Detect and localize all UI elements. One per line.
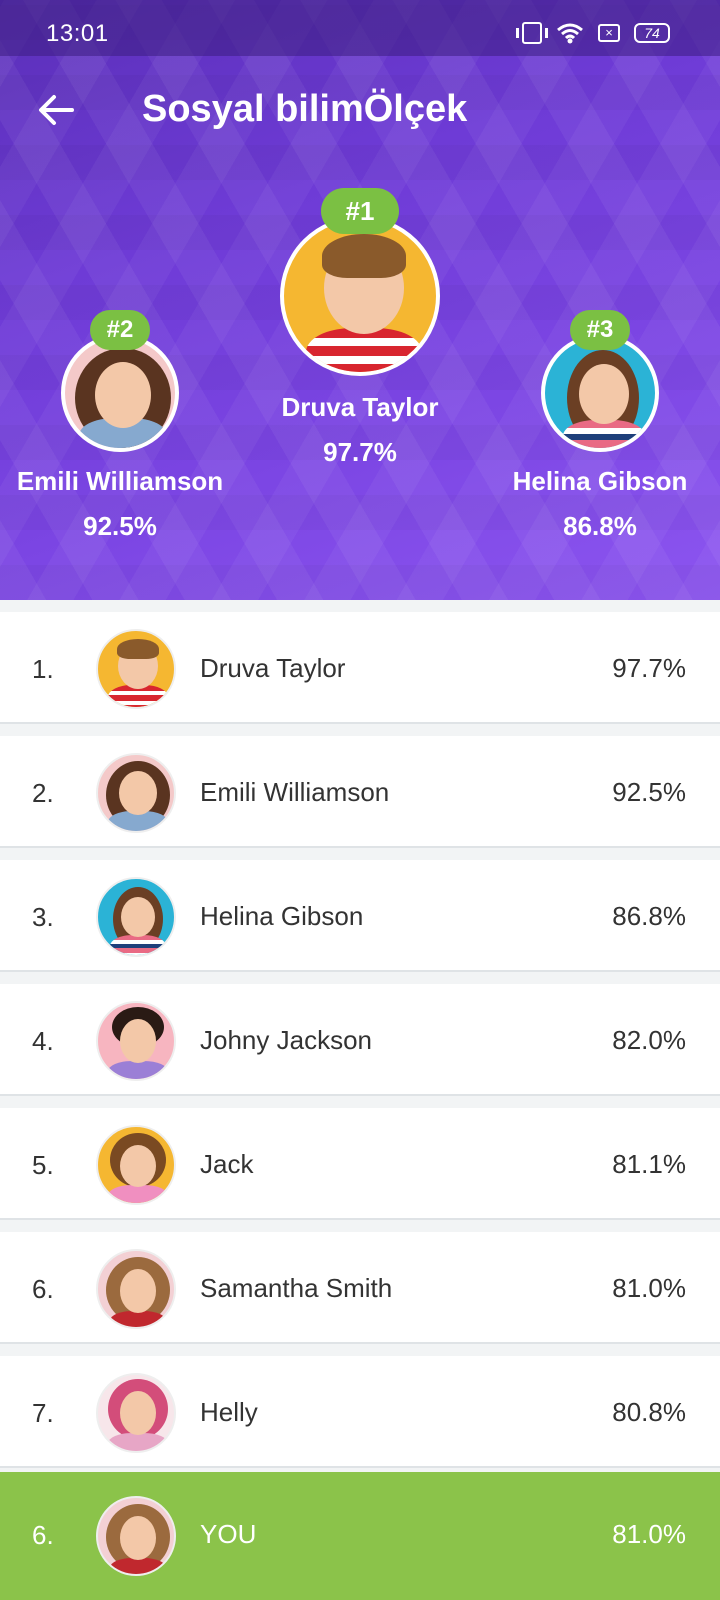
podium-name: Emili Williamson [16,466,224,496]
girl-avatar-image [98,1127,174,1203]
list-item[interactable]: 1. Druva Taylor 97.7% [0,612,720,724]
avatar [96,1001,176,1081]
leaderboard-screen: 13:01 × 74 Sosyal bilimÖlçek #1 Druva Ta… [0,0,720,1600]
list-score: 80.8% [612,1397,686,1427]
list-rank: 6. [32,1274,54,1304]
list-item[interactable]: 7. Helly 80.8% [0,1356,720,1468]
list-item[interactable]: 3. Helina Gibson 86.8% [0,860,720,972]
list-rank: 6. [32,1520,54,1550]
podium-name: Helina Gibson [512,466,688,496]
list-name: Samantha Smith [200,1273,393,1303]
girl-avatar-image [98,755,174,831]
arrow-left-icon[interactable] [36,92,76,128]
list-score: 82.0% [612,1025,686,1055]
list-name: Johny Jackson [200,1025,372,1055]
boy-avatar-image [284,220,436,372]
podium-second[interactable]: #2 Emili Williamson 92.5% [10,310,230,542]
rank-badge: #1 [321,188,399,234]
avatar [96,629,176,709]
podium-score: 97.7% [323,437,397,467]
podium-third[interactable]: #3 Helina Gibson 86.8% [490,310,710,542]
podium-name: Druva Taylor [281,392,439,422]
avatar [96,753,176,833]
header-banner: 13:01 × 74 Sosyal bilimÖlçek #1 Druva Ta… [0,0,720,600]
avatar [96,1125,176,1205]
list-rank: 7. [32,1398,54,1428]
girl-avatar-image [98,1251,174,1327]
girl-avatar-image [98,1003,174,1079]
avatar [61,334,179,452]
list-score: 92.5% [612,777,686,807]
boy-avatar-image [98,631,174,707]
list-name: Emili Williamson [200,777,390,807]
list-rank: 1. [32,654,54,684]
current-user-row[interactable]: 6. YOU 81.0% [0,1472,720,1600]
close-box-icon: × [598,24,620,42]
avatar [541,334,659,452]
podium-score: 92.5% [83,511,157,541]
list-name: Jack [200,1149,254,1179]
list-score: 86.8% [612,901,686,931]
list-name: Helly [200,1397,258,1427]
avatar [96,1249,176,1329]
list-score: 81.1% [612,1149,686,1179]
podium-first[interactable]: #1 Druva Taylor 97.7% [255,188,465,468]
list-item[interactable]: 2. Emili Williamson 92.5% [0,736,720,848]
avatar [96,877,176,957]
girl-avatar-image [98,1375,174,1451]
page-title: Sosyal bilimÖlçek [142,88,468,130]
podium-score: 86.8% [563,511,637,541]
avatar [96,1496,176,1576]
status-time: 13:01 [46,20,109,47]
list-item[interactable]: 6. Samantha Smith 81.0% [0,1232,720,1344]
avatar [280,216,440,376]
girl-avatar-image [98,879,174,955]
girl-avatar-image [545,338,655,448]
girl-avatar-image [98,1498,174,1574]
list-score: 81.0% [612,1273,686,1303]
list-score: 97.7% [612,653,686,683]
list-name: Helina Gibson [200,901,364,931]
wifi-icon [557,23,583,44]
vibrate-icon [516,22,548,44]
status-bar: 13:01 × 74 [0,0,720,56]
list-name: Druva Taylor [200,653,346,683]
status-icons: × 74 [516,22,670,44]
battery-icon: 74 [634,23,670,43]
list-rank: 2. [32,778,54,808]
list-rank: 4. [32,1026,54,1056]
list-score: 81.0% [612,1519,686,1549]
avatar [96,1373,176,1453]
list-rank: 5. [32,1150,54,1180]
list-item[interactable]: 5. Jack 81.1% [0,1108,720,1220]
list-rank: 3. [32,902,54,932]
rank-badge: #2 [90,310,150,350]
list-name: YOU [200,1519,257,1549]
rank-badge: #3 [570,310,630,350]
girl-avatar-image [65,338,175,448]
list-item[interactable]: 4. Johny Jackson 82.0% [0,984,720,1096]
